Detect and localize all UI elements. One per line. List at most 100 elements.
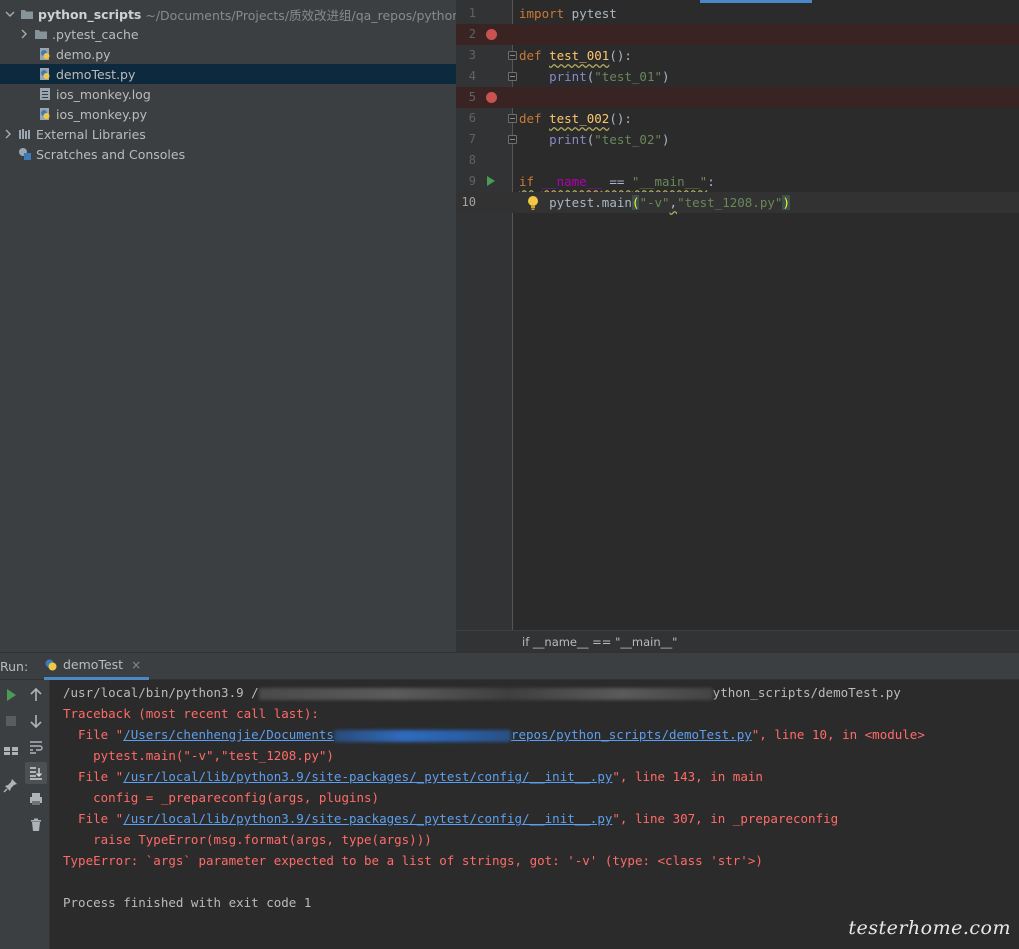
layout-icon[interactable] xyxy=(0,740,22,762)
line-number: 5 xyxy=(468,90,476,104)
console-line: File "/usr/local/lib/python3.9/site-pack… xyxy=(63,769,763,784)
code-line[interactable]: 5 xyxy=(456,87,1019,108)
line-number: 4 xyxy=(468,69,476,83)
folder-icon xyxy=(34,27,48,41)
fold-icon[interactable] xyxy=(508,72,517,81)
line-number: 6 xyxy=(468,111,476,125)
tree-item-label: .pytest_cache xyxy=(52,26,139,42)
code-text: def test_002(): xyxy=(519,111,632,126)
soft-wrap-icon[interactable] xyxy=(25,736,47,758)
tree-item-ios-monkey-py[interactable]: ios_monkey.py xyxy=(0,104,456,124)
text-file-icon xyxy=(38,87,52,101)
code-line[interactable]: 7 print("test_02") xyxy=(456,129,1019,150)
close-icon[interactable]: × xyxy=(131,658,141,672)
line-number: 3 xyxy=(468,48,476,62)
tree-item-external-libraries[interactable]: External Libraries xyxy=(0,124,456,144)
tree-item-scratches[interactable]: Scratches and Consoles xyxy=(0,144,456,164)
print-icon[interactable] xyxy=(25,788,47,810)
code-line[interactable]: 4 print("test_01") xyxy=(456,66,1019,87)
code-text: if __name__ == "__main__": xyxy=(519,174,715,189)
code-line[interactable]: 10 pytest.main("-v","test_1208.py") xyxy=(456,192,1019,213)
breakpoint-icon[interactable] xyxy=(486,29,497,40)
tree-item-label: python_scripts xyxy=(38,6,142,22)
run-label: Run: xyxy=(0,658,29,674)
library-icon xyxy=(18,127,32,141)
run-tab-demotest[interactable]: demoTest × xyxy=(44,653,150,680)
console-line: File "/Users/chenhengjie/Documents repos/… xyxy=(63,727,925,742)
console-line: /usr/local/bin/python3.9 /ython_scripts/… xyxy=(63,685,901,700)
tree-item-pytest-cache[interactable]: .pytest_cache xyxy=(0,24,456,44)
redacted-block xyxy=(333,729,511,742)
console-line: Process finished with exit code 1 xyxy=(63,895,312,910)
tree-item-label: ios_monkey.log xyxy=(56,86,151,102)
fold-icon[interactable] xyxy=(508,135,517,144)
run-console-output[interactable]: /usr/local/bin/python3.9 /ython_scripts/… xyxy=(51,680,1019,949)
line-number: 8 xyxy=(468,153,476,167)
run-tool-window-header: Run: demoTest × xyxy=(0,652,1019,680)
python-icon xyxy=(44,658,58,672)
chevron-right-icon[interactable] xyxy=(2,128,14,140)
python-file-icon xyxy=(38,47,52,61)
tree-item-ios-monkey-log[interactable]: ios_monkey.log xyxy=(0,84,456,104)
file-link[interactable]: /usr/local/lib/python3.9/site-packages/_… xyxy=(123,811,612,826)
line-number: 10 xyxy=(461,195,476,209)
editor-breadcrumb[interactable]: if __name__ == "__main__" xyxy=(456,630,1019,652)
tree-item-label: demo.py xyxy=(56,46,111,62)
tree-item-label: Scratches and Consoles xyxy=(36,146,186,162)
console-line: File "/usr/local/lib/python3.9/site-pack… xyxy=(63,811,839,826)
chevron-right-icon[interactable] xyxy=(18,28,30,40)
fold-icon[interactable] xyxy=(508,51,517,60)
folder-icon xyxy=(20,7,34,21)
project-path: ~/Documents/Projects/质效改进组/qa_repos/pyth… xyxy=(145,7,456,23)
code-line[interactable]: 6 def test_002(): xyxy=(456,108,1019,129)
line-number: 2 xyxy=(468,27,476,41)
chevron-down-icon[interactable] xyxy=(4,8,16,20)
redacted-block xyxy=(258,687,713,700)
breakpoint-icon[interactable] xyxy=(486,92,497,103)
trash-icon[interactable] xyxy=(25,814,47,836)
code-line[interactable]: 9 if __name__ == "__main__": xyxy=(456,171,1019,192)
arrow-down-icon[interactable] xyxy=(25,710,47,732)
run-gutter-icon[interactable] xyxy=(487,176,495,186)
scratches-icon xyxy=(18,147,32,161)
fold-icon[interactable] xyxy=(508,114,517,123)
tree-item-label: demoTest.py xyxy=(56,66,136,82)
tree-item-demotest-py[interactable]: demoTest.py xyxy=(0,64,456,84)
code-text: import pytest xyxy=(519,6,617,21)
file-link[interactable]: repos/python_scripts/demoTest.py xyxy=(511,727,752,742)
console-line: Traceback (most recent call last): xyxy=(63,706,319,721)
scroll-to-end-icon[interactable] xyxy=(25,762,47,784)
console-line: raise TypeError(msg.format(args, type(ar… xyxy=(63,832,432,847)
run-tab-label: demoTest xyxy=(63,657,124,672)
tree-item-demo-py[interactable]: demo.py xyxy=(0,44,456,64)
line-number: 9 xyxy=(468,174,476,188)
tree-item-python-scripts[interactable]: python_scripts ~/Documents/Projects/质效改进… xyxy=(0,4,456,24)
run-toolbar xyxy=(0,680,50,949)
code-editor[interactable]: 1 import pytest 2 3 def test_001(): 4 pr… xyxy=(456,0,1019,652)
arrow-up-icon[interactable] xyxy=(25,684,47,706)
pin-icon[interactable] xyxy=(0,774,22,796)
console-line: config = _prepareconfig(args, plugins) xyxy=(63,790,380,805)
code-text: print("test_01") xyxy=(549,69,670,84)
code-line[interactable]: 8 xyxy=(456,150,1019,171)
code-text: def test_001(): xyxy=(519,48,632,63)
code-line[interactable]: 1 import pytest xyxy=(456,3,1019,24)
file-link[interactable]: /Users/chenhengjie/Documents xyxy=(123,727,334,742)
stop-icon[interactable] xyxy=(0,710,22,732)
code-text: pytest.main("-v","test_1208.py") xyxy=(549,195,790,210)
console-line: TypeError: `args` parameter expected to … xyxy=(63,853,763,868)
tree-item-label: ios_monkey.py xyxy=(56,106,148,122)
code-line[interactable]: 3 def test_001(): xyxy=(456,45,1019,66)
line-number: 1 xyxy=(468,6,476,20)
code-text: print("test_02") xyxy=(549,132,670,147)
code-line[interactable]: 2 xyxy=(456,24,1019,45)
console-line: pytest.main("-v","test_1208.py") xyxy=(63,748,334,763)
line-number: 7 xyxy=(468,132,476,146)
rerun-icon[interactable] xyxy=(0,684,22,706)
file-link[interactable]: /usr/local/lib/python3.9/site-packages/_… xyxy=(123,769,612,784)
tree-item-label: External Libraries xyxy=(36,126,146,142)
project-tool-window: python_scripts ~/Documents/Projects/质效改进… xyxy=(0,0,456,652)
python-file-icon xyxy=(38,107,52,121)
watermark: testerhome.com xyxy=(848,917,1011,939)
